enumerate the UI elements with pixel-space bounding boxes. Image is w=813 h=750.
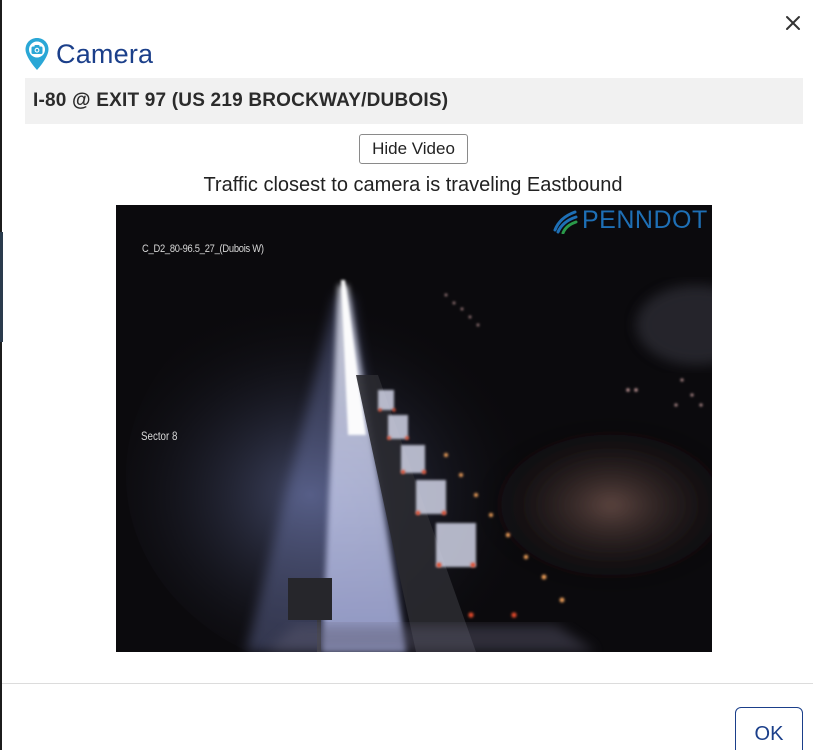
dialog-header: Camera xyxy=(24,36,153,72)
camera-frame-image xyxy=(116,205,712,652)
penndot-watermark: PENNDOT xyxy=(552,206,708,235)
close-button[interactable] xyxy=(781,11,805,35)
camera-pin-icon xyxy=(25,38,49,70)
camera-id-overlay: C_D2_80-96.5_27_(Dubois W) xyxy=(142,243,264,255)
location-bar: I-80 @ EXIT 97 (US 219 BROCKWAY/DUBOIS) xyxy=(25,78,803,124)
hide-video-button[interactable]: Hide Video xyxy=(359,134,468,164)
footer-divider xyxy=(2,683,813,684)
camera-dialog: Camera I-80 @ EXIT 97 (US 219 BROCKWAY/D… xyxy=(0,0,813,750)
background-edge-mark xyxy=(0,232,3,342)
ok-button[interactable]: OK xyxy=(735,707,803,750)
camera-location: I-80 @ EXIT 97 (US 219 BROCKWAY/DUBOIS) xyxy=(33,90,449,111)
background-edge xyxy=(0,0,2,750)
sector-overlay: Sector 8 xyxy=(141,431,178,443)
traffic-direction-text: Traffic closest to camera is traveling E… xyxy=(203,174,623,196)
camera-video-feed: C_D2_80-96.5_27_(Dubois W) Sector 8 PENN… xyxy=(116,205,712,652)
close-icon xyxy=(786,16,800,30)
dialog-title: Camera xyxy=(56,38,154,69)
brand-text: PENNDOT xyxy=(582,206,708,234)
penndot-logo-icon xyxy=(553,210,578,234)
